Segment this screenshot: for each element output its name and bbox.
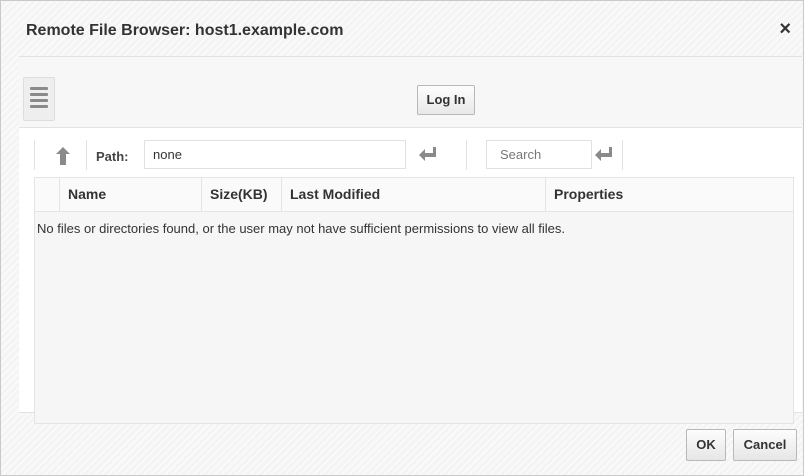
hamburger-menu-button[interactable] xyxy=(23,77,55,121)
column-header-name[interactable]: Name xyxy=(59,178,201,211)
hamburger-icon-bar xyxy=(30,93,48,96)
remote-file-browser-dialog: Remote File Browser: host1.example.com ×… xyxy=(0,0,804,476)
divider xyxy=(86,140,87,170)
login-button[interactable]: Log In xyxy=(417,85,475,115)
column-header-blank xyxy=(35,178,59,211)
path-input[interactable]: none xyxy=(144,140,406,169)
close-icon[interactable]: × xyxy=(779,19,791,39)
hamburger-icon-bar xyxy=(30,87,48,90)
toolbar: Log In xyxy=(19,57,802,128)
column-header-last-modified[interactable]: Last Modified xyxy=(281,178,545,211)
divider xyxy=(622,140,623,170)
search-input[interactable]: Search xyxy=(486,140,592,169)
dialog-titlebar: Remote File Browser: host1.example.com × xyxy=(1,1,803,53)
divider xyxy=(466,140,467,170)
path-enter-icon[interactable] xyxy=(418,145,438,163)
cancel-button[interactable]: Cancel xyxy=(733,429,797,461)
divider xyxy=(34,140,35,170)
column-header-properties[interactable]: Properties xyxy=(545,178,793,211)
file-table: Name Size(KB) Last Modified Properties N… xyxy=(34,177,794,424)
column-header-size[interactable]: Size(KB) xyxy=(201,178,281,211)
hamburger-icon-bar xyxy=(30,99,48,102)
dialog-title: Remote File Browser: host1.example.com xyxy=(26,22,344,39)
path-label: Path: xyxy=(96,149,129,164)
up-arrow-icon[interactable] xyxy=(54,146,72,166)
path-bar: Path: none Search xyxy=(34,134,802,176)
ok-button[interactable]: OK xyxy=(686,429,726,461)
hamburger-icon-bar xyxy=(30,105,48,108)
search-enter-icon[interactable] xyxy=(594,145,614,163)
table-header: Name Size(KB) Last Modified Properties xyxy=(35,178,793,212)
dialog-content: Log In Path: none Search Name Size(KB) L… xyxy=(19,56,802,424)
empty-table-message: No files or directories found, or the us… xyxy=(37,221,565,236)
